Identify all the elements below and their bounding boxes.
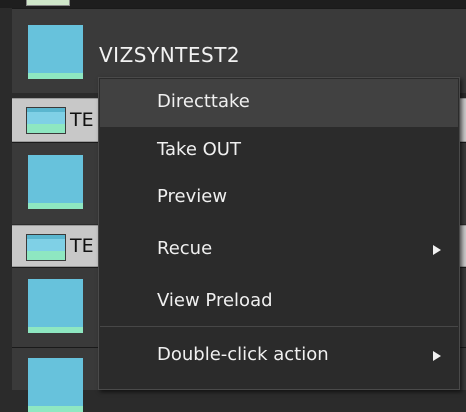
- thumbnail-icon: [28, 279, 83, 333]
- thumbnail-icon: [26, 234, 66, 261]
- list-item-title: TE: [70, 235, 94, 257]
- list-item-title: TE: [70, 109, 94, 131]
- menu-item-preview[interactable]: Preview: [100, 174, 458, 222]
- menu-item-take-out[interactable]: Take OUT: [100, 127, 458, 175]
- submenu-arrow-icon: [433, 351, 441, 361]
- menu-item-recue[interactable]: Recue: [100, 226, 458, 274]
- menu-item-label: Double-click action: [157, 344, 329, 365]
- submenu-arrow-icon: [433, 245, 441, 255]
- menu-item-label: Directtake: [157, 91, 250, 112]
- thumbnail-icon: [28, 25, 83, 79]
- previous-row-edge: [0, 0, 466, 8]
- thumbnail-partial: [26, 0, 70, 6]
- list-item-title: VIZSYNTEST2: [99, 43, 241, 67]
- thumbnail-icon: [28, 358, 83, 412]
- menu-item-view-preload[interactable]: View Preload: [100, 278, 458, 326]
- thumbnail-icon: [28, 155, 83, 209]
- context-menu: Directtake Take OUT Preview Recue View P…: [98, 77, 460, 390]
- menu-item-label: View Preload: [157, 290, 273, 311]
- menu-item-label: Recue: [157, 238, 213, 259]
- menu-item-label: Preview: [157, 186, 228, 207]
- thumbnail-icon: [26, 107, 66, 134]
- menu-item-label: Take OUT: [157, 139, 241, 160]
- menu-item-directtake[interactable]: Directtake: [100, 79, 458, 127]
- menu-item-double-click-action[interactable]: Double-click action: [100, 332, 458, 380]
- menu-separator: [100, 326, 458, 327]
